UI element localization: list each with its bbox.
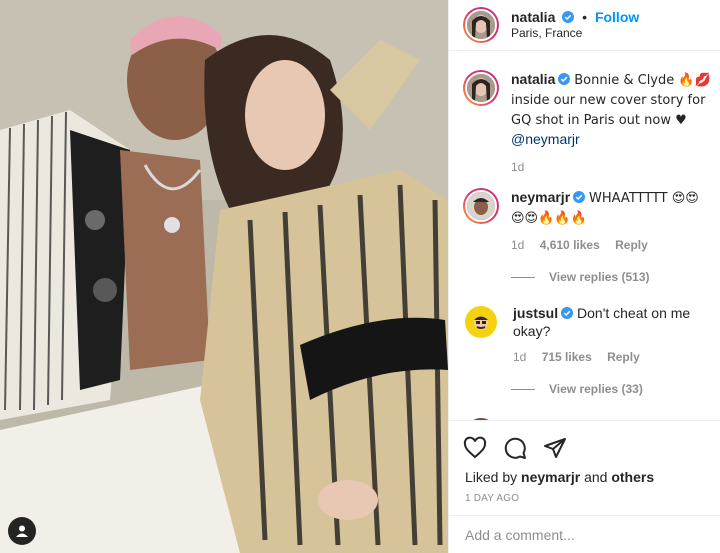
comment-username[interactable]: neymarjr	[511, 189, 570, 205]
add-comment-bar	[449, 515, 720, 553]
post-header: natalia • Follow Paris, France	[449, 0, 720, 51]
reply-button[interactable]: Reply	[607, 350, 640, 364]
comment-likes[interactable]: 4,610 likes	[540, 238, 600, 252]
caption: natalia Bonnie & Clyde 🔥💋 inside our new…	[463, 70, 720, 176]
caption-avatar[interactable]	[463, 70, 499, 106]
verified-badge-icon	[573, 191, 586, 203]
verified-badge-icon	[562, 11, 575, 23]
replies-divider	[511, 276, 535, 278]
post-photo-illustration	[0, 0, 448, 553]
avatar-image	[467, 74, 495, 102]
avatar-image	[467, 11, 495, 39]
liked-by: Liked by neymarjr and others	[449, 469, 720, 485]
share-icon[interactable]	[543, 436, 567, 460]
separator-dot: •	[582, 9, 588, 25]
tag-people-button[interactable]	[8, 517, 36, 545]
comments-list[interactable]: natalia Bonnie & Clyde 🔥💋 inside our new…	[449, 70, 720, 420]
instagram-post: natalia • Follow Paris, France natalia B…	[0, 0, 720, 553]
view-replies-button[interactable]: View replies (513)	[511, 270, 720, 284]
add-comment-input[interactable]	[465, 526, 695, 543]
verified-badge-icon	[561, 307, 574, 319]
author-username[interactable]: natalia	[511, 9, 555, 25]
post-sidebar: natalia • Follow Paris, France natalia B…	[448, 0, 720, 553]
comment-time[interactable]: 1d	[511, 238, 524, 252]
action-icons	[449, 421, 720, 465]
caption-mention[interactable]: @neymarjr	[511, 131, 580, 147]
liked-by-and: and	[584, 469, 608, 485]
post-location[interactable]: Paris, France	[511, 25, 639, 41]
author-avatar[interactable]	[463, 7, 499, 43]
heart-icon[interactable]	[463, 436, 487, 460]
comment-username[interactable]: justsul	[513, 305, 558, 321]
liked-by-user[interactable]: neymarjr	[521, 469, 580, 485]
comment-avatar[interactable]	[463, 188, 499, 224]
comment-icon[interactable]	[503, 436, 527, 460]
view-replies-label: View replies (513)	[549, 270, 650, 284]
view-replies-label: View replies (33)	[549, 382, 643, 396]
comment-item: neymarjr WHAATTTTT 😍😍 😍😍🔥🔥🔥 1d 4,610 lik…	[463, 188, 720, 254]
liked-by-prefix: Liked by	[465, 469, 518, 485]
replies-divider	[511, 388, 535, 390]
follow-button[interactable]: Follow	[595, 9, 639, 25]
verified-badge-icon	[558, 73, 571, 85]
avatar-image	[467, 192, 495, 220]
comment-likes[interactable]: 715 likes	[542, 350, 592, 364]
liked-by-others[interactable]: others	[611, 469, 654, 485]
post-photo[interactable]	[0, 0, 448, 553]
comment-item: justsul Don't cheat on me okay? 1d 715 l…	[463, 304, 720, 366]
user-tag-icon	[16, 525, 28, 537]
view-replies-button[interactable]: View replies (33)	[511, 382, 720, 396]
avatar-image	[474, 316, 488, 330]
comment-time[interactable]: 1d	[513, 350, 526, 364]
reply-button[interactable]: Reply	[615, 238, 648, 252]
post-timestamp[interactable]: 1 DAY AGO	[449, 493, 720, 504]
caption-username[interactable]: natalia	[511, 71, 555, 87]
caption-time[interactable]: 1d	[511, 160, 524, 174]
comment-avatar[interactable]	[465, 306, 497, 338]
